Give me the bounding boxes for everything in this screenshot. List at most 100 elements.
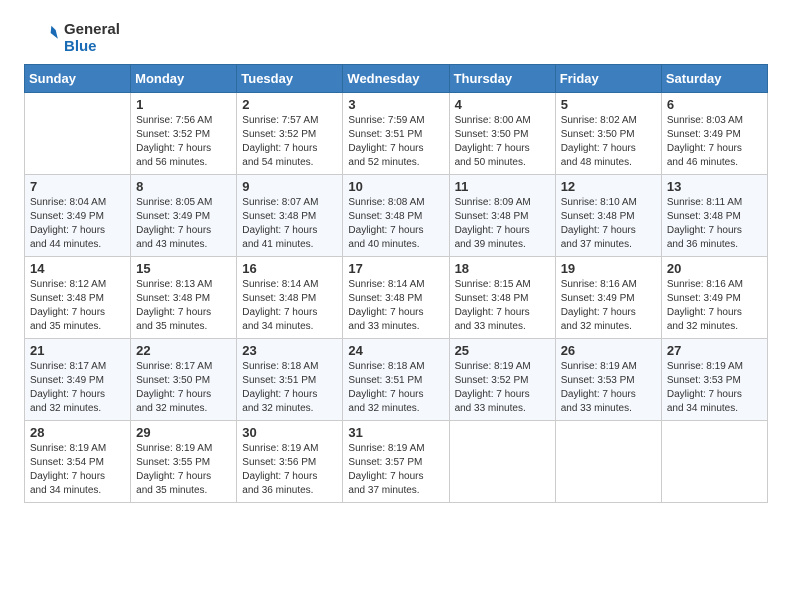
- day-info: Sunrise: 8:12 AMSunset: 3:48 PMDaylight:…: [30, 278, 125, 334]
- day-info: Sunrise: 8:14 AMSunset: 3:48 PMDaylight:…: [348, 278, 443, 334]
- day-info: Sunrise: 8:18 AMSunset: 3:51 PMDaylight:…: [242, 360, 337, 416]
- calendar-cell: 9 Sunrise: 8:07 AMSunset: 3:48 PMDaylight…: [237, 175, 343, 257]
- calendar-table: SundayMondayTuesdayWednesdayThursdayFrid…: [24, 64, 768, 503]
- day-info: Sunrise: 8:07 AMSunset: 3:48 PMDaylight:…: [242, 196, 337, 252]
- calendar-week-row: 14 Sunrise: 8:12 AMSunset: 3:48 PMDayligh…: [25, 257, 768, 339]
- calendar-cell: 19 Sunrise: 8:16 AMSunset: 3:49 PMDayligh…: [555, 257, 661, 339]
- day-number: 11: [455, 179, 550, 194]
- day-info: Sunrise: 8:19 AMSunset: 3:53 PMDaylight:…: [667, 360, 762, 416]
- day-of-week-header: Tuesday: [237, 65, 343, 93]
- day-number: 7: [30, 179, 125, 194]
- day-number: 31: [348, 425, 443, 440]
- calendar-cell: 2 Sunrise: 7:57 AMSunset: 3:52 PMDaylight…: [237, 93, 343, 175]
- day-number: 2: [242, 97, 337, 112]
- day-of-week-header: Monday: [131, 65, 237, 93]
- calendar-cell: 13 Sunrise: 8:11 AMSunset: 3:48 PMDayligh…: [661, 175, 767, 257]
- day-number: 26: [561, 343, 656, 358]
- day-number: 1: [136, 97, 231, 112]
- calendar-cell: 23 Sunrise: 8:18 AMSunset: 3:51 PMDayligh…: [237, 339, 343, 421]
- calendar-cell: 20Sunrise: 8:16 AMSunset: 3:49 PMDayligh…: [661, 257, 767, 339]
- day-number: 28: [30, 425, 125, 440]
- day-number: 29: [136, 425, 231, 440]
- day-info: Sunrise: 8:16 AMSunset: 3:49 PMDaylight:…: [667, 278, 762, 334]
- day-info: Sunrise: 7:59 AMSunset: 3:51 PMDaylight:…: [348, 114, 443, 170]
- day-info: Sunrise: 8:17 AMSunset: 3:50 PMDaylight:…: [136, 360, 231, 416]
- day-number: 12: [561, 179, 656, 194]
- day-info: Sunrise: 8:08 AMSunset: 3:48 PMDaylight:…: [348, 196, 443, 252]
- day-info: Sunrise: 8:19 AMSunset: 3:54 PMDaylight:…: [30, 442, 125, 498]
- calendar-cell: 28 Sunrise: 8:19 AMSunset: 3:54 PMDayligh…: [25, 421, 131, 503]
- calendar-week-row: 7Sunrise: 8:04 AMSunset: 3:49 PMDaylight…: [25, 175, 768, 257]
- day-of-week-header: Saturday: [661, 65, 767, 93]
- calendar-week-row: 1 Sunrise: 7:56 AMSunset: 3:52 PMDaylight…: [25, 93, 768, 175]
- calendar-cell: 17 Sunrise: 8:14 AMSunset: 3:48 PMDayligh…: [343, 257, 449, 339]
- day-info: Sunrise: 8:05 AMSunset: 3:49 PMDaylight:…: [136, 196, 231, 252]
- day-number: 3: [348, 97, 443, 112]
- day-of-week-header: Thursday: [449, 65, 555, 93]
- calendar-cell: 15 Sunrise: 8:13 AMSunset: 3:48 PMDayligh…: [131, 257, 237, 339]
- day-info: Sunrise: 8:16 AMSunset: 3:49 PMDaylight:…: [561, 278, 656, 334]
- calendar-cell: 30 Sunrise: 8:19 AMSunset: 3:56 PMDayligh…: [237, 421, 343, 503]
- day-info: Sunrise: 8:17 AMSunset: 3:49 PMDaylight:…: [30, 360, 125, 416]
- calendar-cell: 10 Sunrise: 8:08 AMSunset: 3:48 PMDayligh…: [343, 175, 449, 257]
- day-info: Sunrise: 7:56 AMSunset: 3:52 PMDaylight:…: [136, 114, 231, 170]
- calendar-week-row: 28 Sunrise: 8:19 AMSunset: 3:54 PMDayligh…: [25, 421, 768, 503]
- calendar-cell: 16Sunrise: 8:14 AMSunset: 3:48 PMDayligh…: [237, 257, 343, 339]
- calendar-header-row: SundayMondayTuesdayWednesdayThursdayFrid…: [25, 65, 768, 93]
- logo-icon: [24, 20, 60, 56]
- day-number: 10: [348, 179, 443, 194]
- logo: General Blue: [24, 20, 120, 56]
- day-number: 18: [455, 261, 550, 276]
- day-info: Sunrise: 8:02 AMSunset: 3:50 PMDaylight:…: [561, 114, 656, 170]
- calendar-cell: 25 Sunrise: 8:19 AMSunset: 3:52 PMDayligh…: [449, 339, 555, 421]
- day-info: Sunrise: 8:18 AMSunset: 3:51 PMDaylight:…: [348, 360, 443, 416]
- day-number: 25: [455, 343, 550, 358]
- day-number: 30: [242, 425, 337, 440]
- calendar-cell: [25, 93, 131, 175]
- day-number: 13: [667, 179, 762, 194]
- calendar-cell: 11 Sunrise: 8:09 AMSunset: 3:48 PMDayligh…: [449, 175, 555, 257]
- day-number: 15: [136, 261, 231, 276]
- day-number: 14: [30, 261, 125, 276]
- day-number: 21: [30, 343, 125, 358]
- day-info: Sunrise: 8:13 AMSunset: 3:48 PMDaylight:…: [136, 278, 231, 334]
- day-info: Sunrise: 8:11 AMSunset: 3:48 PMDaylight:…: [667, 196, 762, 252]
- day-number: 5: [561, 97, 656, 112]
- calendar-cell: 18 Sunrise: 8:15 AMSunset: 3:48 PMDayligh…: [449, 257, 555, 339]
- calendar-cell: 3 Sunrise: 7:59 AMSunset: 3:51 PMDaylight…: [343, 93, 449, 175]
- day-info: Sunrise: 8:19 AMSunset: 3:55 PMDaylight:…: [136, 442, 231, 498]
- day-number: 17: [348, 261, 443, 276]
- day-info: Sunrise: 8:19 AMSunset: 3:56 PMDaylight:…: [242, 442, 337, 498]
- calendar-week-row: 21 Sunrise: 8:17 AMSunset: 3:49 PMDayligh…: [25, 339, 768, 421]
- calendar-cell: 27 Sunrise: 8:19 AMSunset: 3:53 PMDayligh…: [661, 339, 767, 421]
- day-number: 9: [242, 179, 337, 194]
- calendar-cell: 14 Sunrise: 8:12 AMSunset: 3:48 PMDayligh…: [25, 257, 131, 339]
- day-info: Sunrise: 8:09 AMSunset: 3:48 PMDaylight:…: [455, 196, 550, 252]
- day-number: 4: [455, 97, 550, 112]
- day-of-week-header: Wednesday: [343, 65, 449, 93]
- day-info: Sunrise: 8:19 AMSunset: 3:52 PMDaylight:…: [455, 360, 550, 416]
- calendar-cell: 6Sunrise: 8:03 AMSunset: 3:49 PMDaylight…: [661, 93, 767, 175]
- header: General Blue: [24, 20, 768, 56]
- day-number: 23: [242, 343, 337, 358]
- calendar-cell: 7Sunrise: 8:04 AMSunset: 3:49 PMDaylight…: [25, 175, 131, 257]
- day-number: 22: [136, 343, 231, 358]
- day-of-week-header: Friday: [555, 65, 661, 93]
- day-number: 24: [348, 343, 443, 358]
- day-number: 16: [242, 261, 337, 276]
- calendar-cell: 4 Sunrise: 8:00 AMSunset: 3:50 PMDaylight…: [449, 93, 555, 175]
- calendar-cell: 31Sunrise: 8:19 AMSunset: 3:57 PMDayligh…: [343, 421, 449, 503]
- calendar-cell: 5 Sunrise: 8:02 AMSunset: 3:50 PMDaylight…: [555, 93, 661, 175]
- calendar-cell: [555, 421, 661, 503]
- day-number: 19: [561, 261, 656, 276]
- day-number: 27: [667, 343, 762, 358]
- calendar-cell: 12Sunrise: 8:10 AMSunset: 3:48 PMDayligh…: [555, 175, 661, 257]
- calendar-cell: [661, 421, 767, 503]
- logo-general: General: [64, 21, 120, 38]
- day-info: Sunrise: 8:03 AMSunset: 3:49 PMDaylight:…: [667, 114, 762, 170]
- day-info: Sunrise: 8:15 AMSunset: 3:48 PMDaylight:…: [455, 278, 550, 334]
- day-info: Sunrise: 7:57 AMSunset: 3:52 PMDaylight:…: [242, 114, 337, 170]
- day-info: Sunrise: 8:00 AMSunset: 3:50 PMDaylight:…: [455, 114, 550, 170]
- calendar-cell: 1 Sunrise: 7:56 AMSunset: 3:52 PMDaylight…: [131, 93, 237, 175]
- day-number: 8: [136, 179, 231, 194]
